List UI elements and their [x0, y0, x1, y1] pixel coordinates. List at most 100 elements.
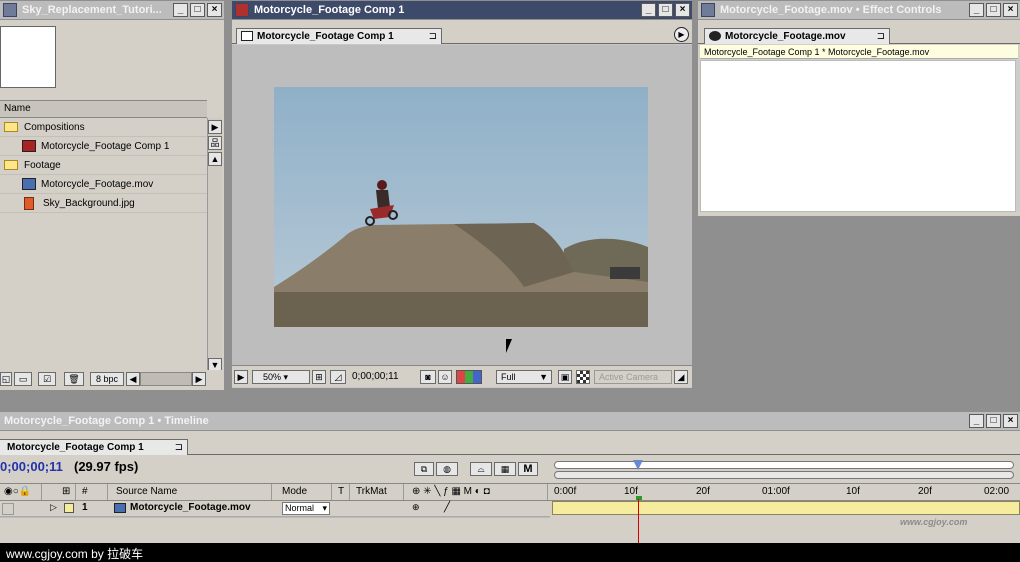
maximize-button[interactable]: □	[658, 3, 673, 17]
tab-close-icon[interactable]: ⊐	[429, 29, 437, 44]
comp-timecode[interactable]: 0;00;00;11	[352, 370, 412, 384]
list-item[interactable]: Sky_Background.jpg	[0, 194, 207, 213]
project-title: Sky_Replacement_Tutori...	[22, 4, 162, 16]
close-button[interactable]: ×	[1003, 414, 1018, 428]
list-item[interactable]: Footage	[0, 156, 207, 175]
draft-3d-icon[interactable]: ◍	[436, 462, 458, 476]
panel-menu-icon[interactable]: ▶	[674, 27, 689, 42]
movie-file-icon	[22, 178, 36, 191]
maximize-button[interactable]: □	[190, 3, 205, 17]
timeline-titlebar[interactable]: Motorcycle_Footage Comp 1 • Timeline _ □…	[0, 412, 1020, 430]
minimize-button[interactable]: _	[641, 3, 656, 17]
collapse-switch[interactable]: ⊕	[412, 502, 420, 513]
mode-header[interactable]: Mode	[278, 484, 332, 500]
layer-number-header: #	[78, 484, 108, 500]
zoom-select[interactable]: 50% ▾	[252, 370, 310, 384]
layer-duration-bar[interactable]	[552, 501, 1020, 515]
timeline-tab-strip: Motorcycle_Footage Comp 1 ⊐	[0, 431, 1020, 455]
ruler-label: 20f	[918, 486, 932, 497]
minimize-button[interactable]: _	[969, 3, 984, 17]
frame-blending-icon[interactable]: ⌓	[470, 462, 492, 476]
effect-tab-strip: Motorcycle_Footage.mov ⊐	[698, 20, 1020, 44]
transparency-grid-icon[interactable]	[576, 370, 590, 384]
expand-arrow-icon[interactable]: ▷	[50, 502, 57, 513]
close-button[interactable]: ×	[675, 3, 690, 17]
list-item[interactable]: Compositions	[0, 118, 207, 137]
flowchart-arrow-icon[interactable]: ▶	[208, 120, 222, 134]
scroll-left-icon[interactable]: ◀	[126, 372, 140, 386]
quality-switch[interactable]: ╱	[444, 502, 450, 513]
always-preview-icon[interactable]: ▶	[234, 370, 248, 384]
snapshot-camera-icon[interactable]: ◙	[420, 370, 436, 384]
maximize-button[interactable]: □	[986, 414, 1001, 428]
list-item[interactable]: Motorcycle_Footage.mov	[0, 175, 207, 194]
interpret-footage-icon[interactable]: ◱	[0, 372, 12, 386]
truck	[610, 267, 640, 279]
project-titlebar[interactable]: Sky_Replacement_Tutori... _ □ ×	[0, 1, 224, 19]
view-options-icon[interactable]: ◢	[674, 370, 688, 384]
tab-close-icon[interactable]: ⊐	[175, 440, 183, 455]
effect-controls-titlebar[interactable]: Motorcycle_Footage.mov • Effect Controls…	[698, 1, 1020, 19]
effect-controls-panel: Motorcycle_Footage.mov ⊐ Motorcycle_Foot…	[698, 20, 1020, 216]
bpc-button[interactable]: 8 bpc	[90, 372, 124, 386]
project-window-icon	[3, 3, 17, 17]
current-time-indicator-head[interactable]	[633, 460, 643, 484]
active-camera-select[interactable]: Active Camera	[594, 370, 672, 384]
project-scrollbar[interactable]: ▶ 品 ▲ ▼	[207, 118, 222, 374]
minimize-button[interactable]: _	[969, 414, 984, 428]
composition-viewer[interactable]	[232, 45, 692, 365]
tab-close-icon[interactable]: ⊐	[877, 29, 885, 44]
video-switch[interactable]	[2, 503, 14, 515]
effect-scrollbar[interactable]	[1016, 60, 1020, 212]
resolution-select[interactable]: Full ▼	[496, 370, 552, 384]
ground	[274, 292, 648, 327]
thumbnail-preview	[0, 26, 56, 88]
tab-composition[interactable]: Motorcycle_Footage Comp 1 ⊐	[236, 28, 442, 44]
timeline-timecode[interactable]: 0;00;00;11	[0, 459, 70, 475]
tab-timeline[interactable]: Motorcycle_Footage Comp 1 ⊐	[0, 439, 188, 455]
motion-blur-icon[interactable]: ▦	[494, 462, 516, 476]
channels-rgb-icon[interactable]	[456, 370, 482, 384]
tab-effect-controls[interactable]: Motorcycle_Footage.mov ⊐	[704, 28, 890, 44]
close-button[interactable]: ×	[1003, 3, 1018, 17]
layer-source-name[interactable]: Motorcycle_Footage.mov	[130, 502, 251, 513]
new-composition-icon[interactable]: ☑	[38, 372, 56, 386]
show-snapshot-icon[interactable]: ☺	[438, 370, 452, 384]
layer-header-row: ◉○🔒 ⊞ # Source Name Mode T TrkMat ⊕ ✳ ╲ …	[0, 483, 550, 501]
footage-frame	[274, 87, 648, 327]
close-button[interactable]: ×	[207, 3, 222, 17]
composition-titlebar[interactable]: Motorcycle_Footage Comp 1 _ □ ×	[232, 1, 692, 19]
shy-layers-icon[interactable]: ⊞	[58, 484, 76, 500]
av-switch-icons[interactable]: ◉○🔒	[0, 484, 42, 500]
table-row[interactable]: ▷ 1 Motorcycle_Footage.mov Normal ▾ ⊕ ╱	[0, 501, 550, 517]
graph-editor-icon[interactable]: M	[518, 462, 538, 476]
comp-marker-icon[interactable]: ⧉	[414, 462, 434, 476]
minimize-button[interactable]: _	[173, 3, 188, 17]
time-navigator[interactable]	[554, 471, 1014, 479]
composition-tab-icon	[241, 31, 253, 41]
current-time-indicator-line[interactable]	[638, 499, 639, 543]
mask-path-icon[interactable]: ◿	[330, 370, 346, 384]
region-of-interest-icon[interactable]: ▣	[558, 370, 572, 384]
trash-icon[interactable]: 🗑	[64, 372, 84, 386]
new-folder-icon[interactable]: ▭	[14, 372, 32, 386]
horizontal-scrollbar[interactable]	[140, 372, 192, 386]
maximize-button[interactable]: □	[986, 3, 1001, 17]
work-area-bar[interactable]	[554, 461, 1014, 469]
ruler-label: 02:00	[984, 486, 1010, 497]
list-item[interactable]: Motorcycle_Footage Comp 1	[0, 137, 207, 156]
composition-icon	[22, 140, 36, 153]
trkmat-header[interactable]: TrkMat	[352, 484, 404, 500]
scroll-up-icon[interactable]: ▲	[208, 152, 222, 166]
project-list-header[interactable]: Name	[0, 100, 207, 118]
source-name-header[interactable]: Source Name	[112, 484, 272, 500]
composition-panel: Motorcycle_Footage Comp 1 ⊐ ▶ ▶ 50% ▾ ⊞ …	[232, 20, 692, 388]
time-ruler[interactable]: 0:00f 10f 20f 01:00f 10f 20f 02:00	[550, 483, 1020, 501]
timeline-window-buttons: _ □ ×	[969, 414, 1018, 428]
blend-mode-select[interactable]: Normal ▾	[282, 502, 330, 515]
safe-zones-icon[interactable]: ⊞	[312, 370, 326, 384]
switches-icons[interactable]: ⊕ ✳ ╲ ƒ ▦ M ◐ ◘	[408, 484, 548, 500]
label-color-swatch[interactable]	[64, 503, 74, 513]
scroll-right-icon[interactable]: ▶	[192, 372, 206, 386]
flowchart-icon[interactable]: 品	[208, 136, 222, 150]
